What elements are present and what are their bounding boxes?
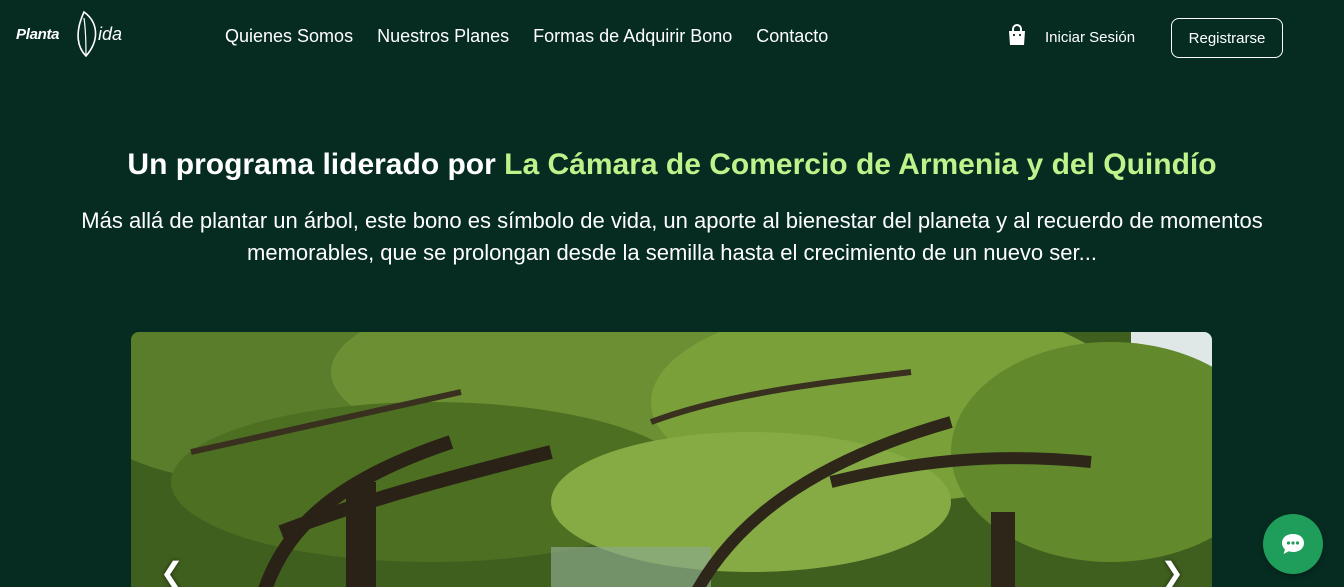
- hero-title: Un programa liderado por La Cámara de Co…: [0, 148, 1344, 182]
- chat-button[interactable]: [1263, 514, 1323, 574]
- planta-vida-logo[interactable]: Planta ida: [16, 10, 128, 60]
- login-link[interactable]: Iniciar Sesión: [1045, 29, 1135, 46]
- nav-item-contacto[interactable]: Contacto: [756, 26, 828, 47]
- site-header: Planta ida Quienes Somos Nuestros Planes…: [0, 0, 1344, 76]
- image-carousel[interactable]: ❮ ❯: [131, 332, 1212, 587]
- logo-text-planta: Planta: [16, 26, 60, 43]
- register-button[interactable]: Registrarse: [1171, 18, 1283, 58]
- main-nav: Quienes Somos Nuestros Planes Formas de …: [225, 26, 828, 47]
- carousel-prev-button[interactable]: ❮: [160, 556, 183, 587]
- logo-text-vida: ida: [98, 24, 123, 44]
- chat-bubble-icon: [1282, 534, 1304, 554]
- carousel-next-button[interactable]: ❯: [1161, 556, 1184, 587]
- forest-image: [131, 332, 1212, 587]
- nav-item-formas-adquirir-bono[interactable]: Formas de Adquirir Bono: [533, 26, 732, 47]
- shopping-bag-icon[interactable]: [1006, 23, 1028, 52]
- hero-title-prefix: Un programa liderado por: [127, 148, 505, 181]
- nav-item-quienes-somos[interactable]: Quienes Somos: [225, 26, 353, 47]
- hero-description: Más allá de plantar un árbol, este bono …: [81, 208, 1263, 265]
- nav-item-nuestros-planes[interactable]: Nuestros Planes: [377, 26, 509, 47]
- hero-title-accent: La Cámara de Comercio de Armenia y del Q…: [504, 148, 1217, 181]
